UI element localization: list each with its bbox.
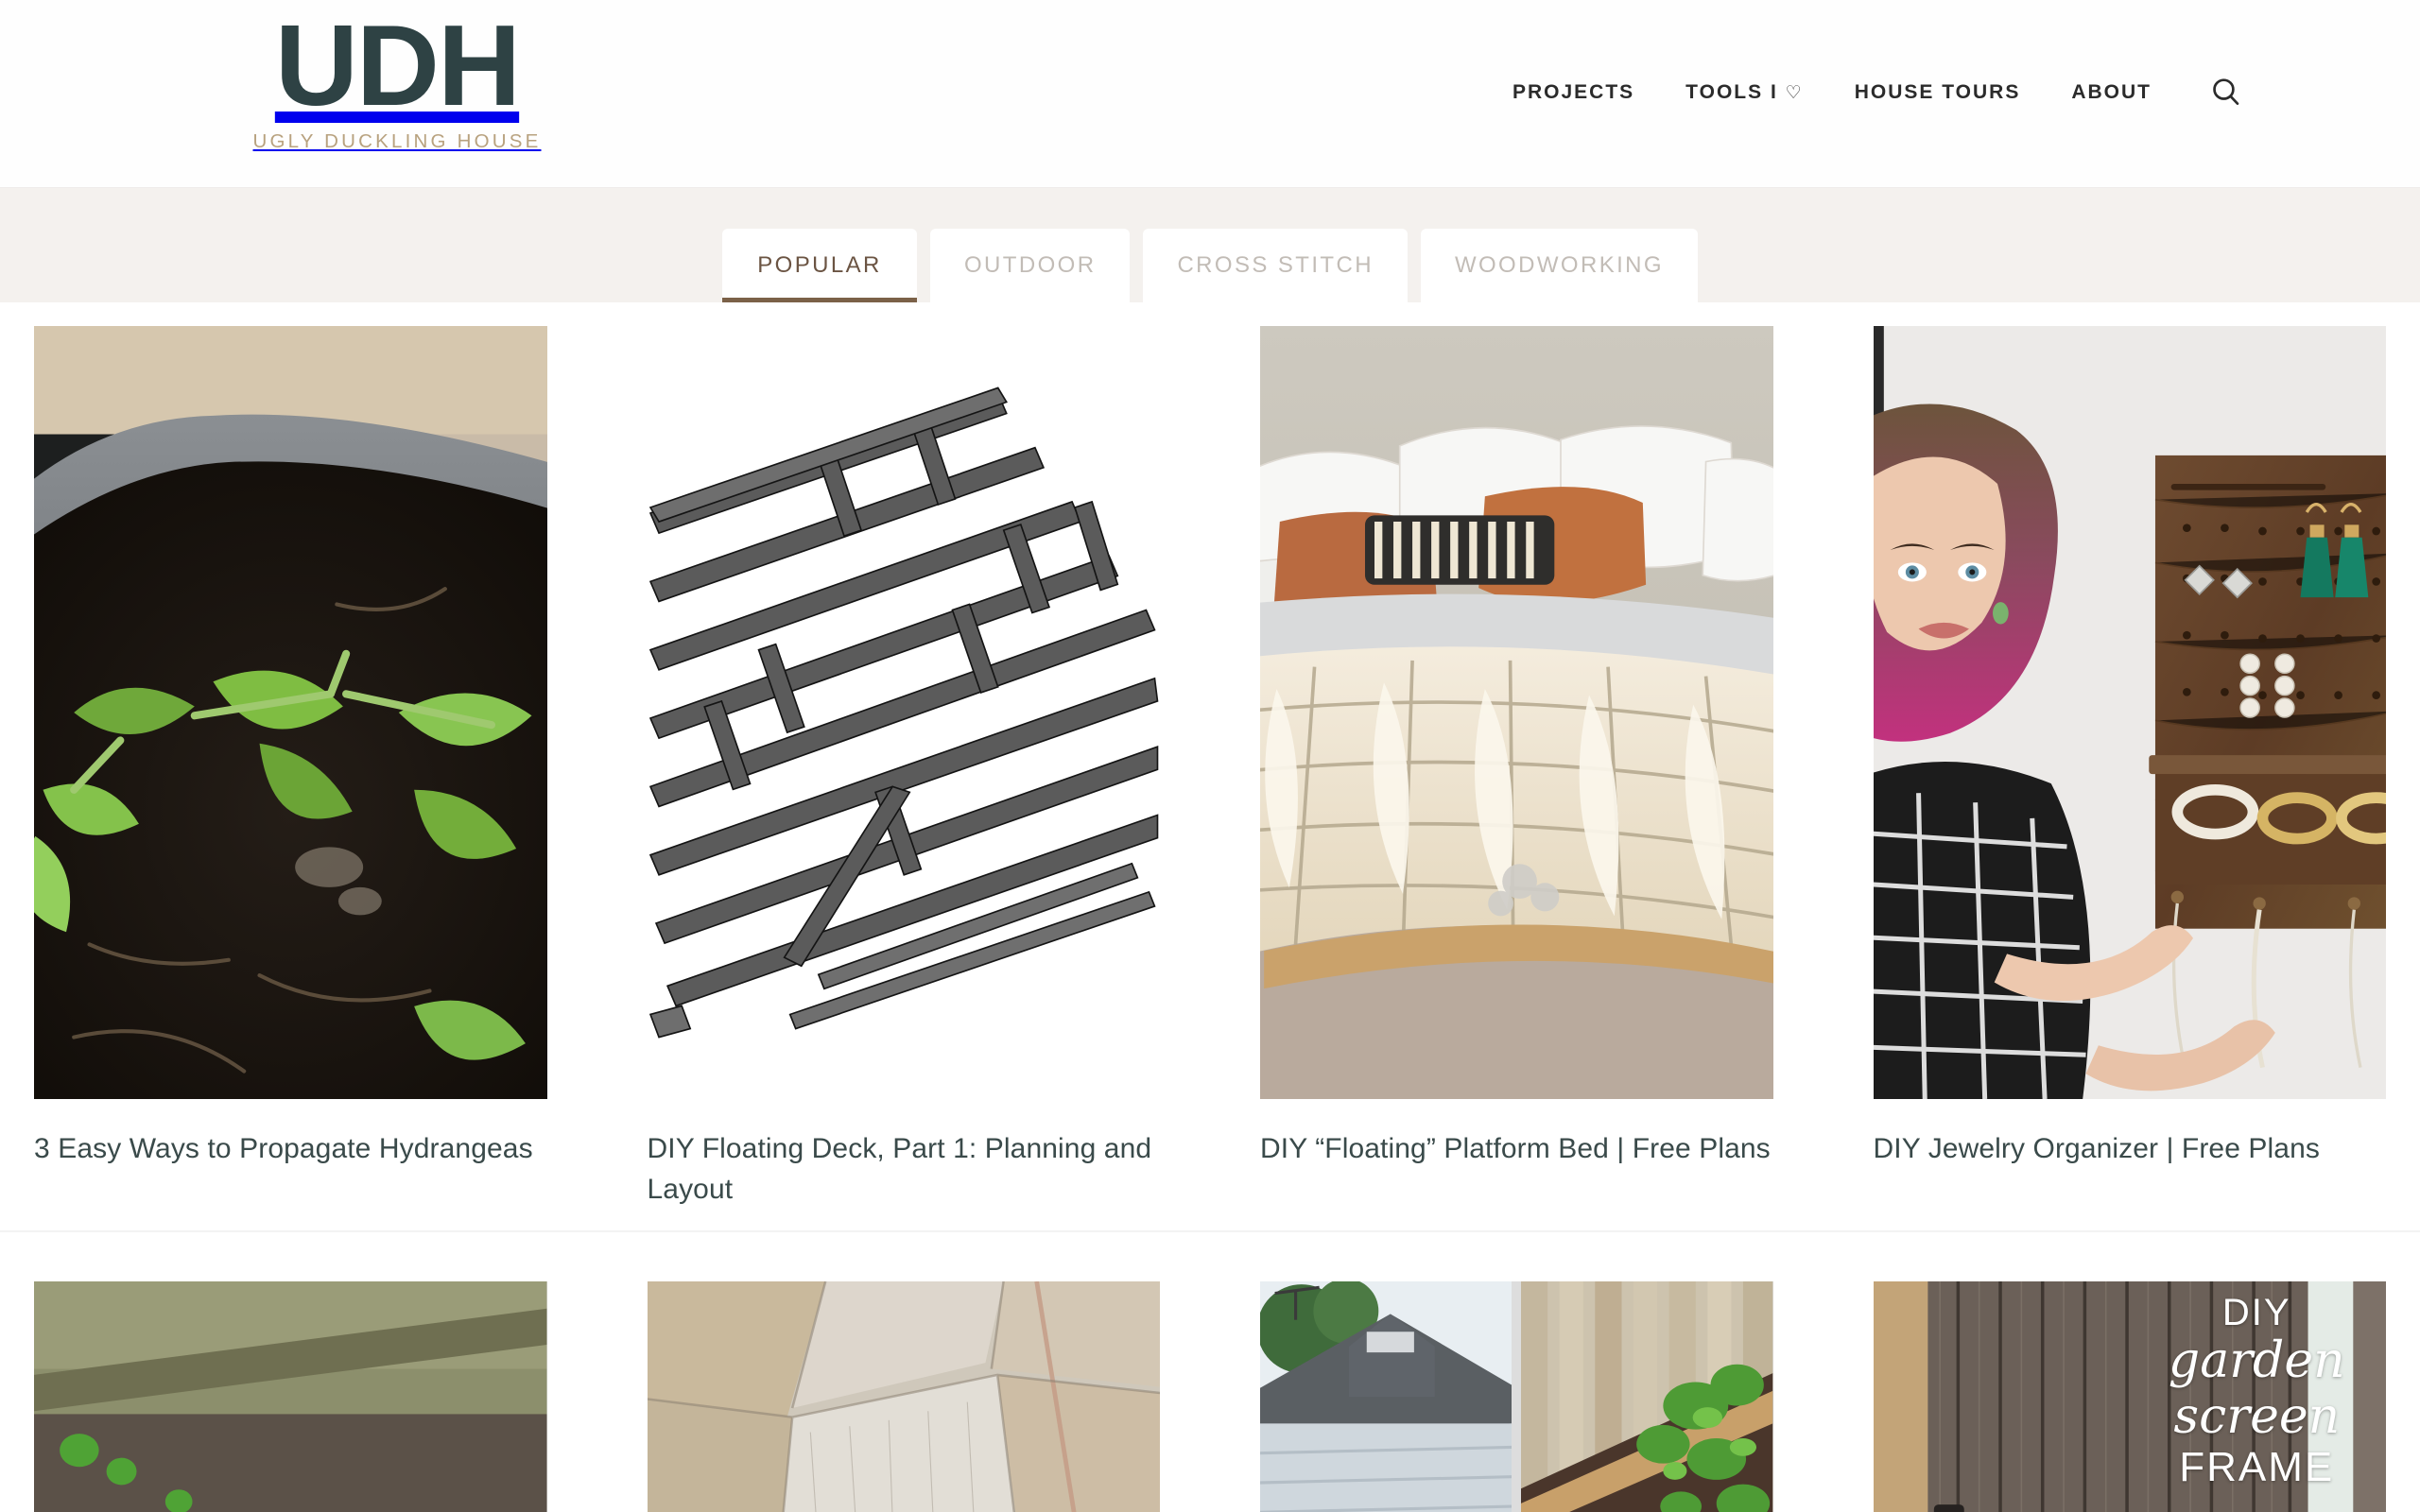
post-card[interactable]: DIY Floating Deck, Part 1: Planning and …: [647, 326, 1161, 1210]
tab-woodworking[interactable]: WOODWORKING: [1420, 229, 1698, 302]
post-title[interactable]: DIY Floating Deck, Part 1: Planning and …: [648, 1129, 1161, 1210]
post-thumbnail[interactable]: [647, 1281, 1160, 1512]
post-card[interactable]: DIY Jewelry Organizer | Free Plans: [1873, 326, 2387, 1210]
post-title[interactable]: DIY Jewelry Organizer | Free Plans: [1874, 1129, 2387, 1170]
post-card[interactable]: [647, 1281, 1160, 1512]
shed-image: [1260, 1281, 1512, 1512]
logo-tagline: UGLY DUCKLING HOUSE: [252, 130, 542, 152]
nav-item-projects[interactable]: PROJECTS: [1487, 81, 1660, 104]
garden-screen-frame-image: [1873, 1281, 2386, 1512]
search-button[interactable]: [2207, 74, 2245, 112]
post-thumbnail[interactable]: [1260, 326, 1773, 1099]
tab-popular[interactable]: POPULAR: [721, 229, 917, 302]
tab-outdoor[interactable]: OUTDOOR: [929, 229, 1131, 302]
hydrangea-blooms-image: [34, 1281, 547, 1512]
post-card[interactable]: DIY garden screen FRAME: [1873, 1281, 2386, 1512]
nav-item-about[interactable]: ABOUT: [2046, 81, 2177, 104]
garden-bed-image: [1521, 1281, 1773, 1512]
post-thumbnail[interactable]: [1873, 326, 2386, 1099]
post-grid-row-1: 3 Easy Ways to Propagate Hydrangeas DIY …: [0, 302, 2420, 1210]
post-thumbnail[interactable]: [34, 326, 547, 1099]
nav-item-house-tours[interactable]: HOUSE TOURS: [1829, 81, 2047, 104]
jewelry-organizer-image: [1873, 326, 2386, 1099]
post-card[interactable]: 3 Easy Ways to Propagate Hydrangeas: [34, 326, 547, 1210]
flagstone-texture-image: [647, 1281, 1160, 1512]
post-thumbnail[interactable]: [34, 1281, 547, 1512]
main-navigation: PROJECTS TOOLS I ♡ HOUSE TOURS ABOUT: [1487, 74, 2245, 112]
category-tab-band: POPULAR OUTDOOR CROSS STITCH WOODWORKING: [0, 187, 2420, 302]
hydrangea-cuttings-image: [34, 326, 547, 1099]
post-card[interactable]: [34, 1281, 547, 1512]
post-card[interactable]: [1260, 1281, 1773, 1512]
nav-item-tools-label: TOOLS I: [1685, 81, 1778, 103]
heart-icon: ♡: [1785, 83, 1804, 103]
split-thumbnail: [1260, 1281, 1773, 1512]
post-thumbnail[interactable]: DIY garden screen FRAME: [1873, 1281, 2386, 1512]
deck-framing-diagram-image: [647, 370, 1160, 1055]
nav-item-tools[interactable]: TOOLS I ♡: [1660, 81, 1829, 104]
site-header: UDH UGLY DUCKLING HOUSE PROJECTS TOOLS I…: [0, 0, 2420, 187]
search-icon: [2213, 78, 2239, 105]
logo-wordmark: UDH: [274, 1, 521, 129]
platform-bed-image: [1260, 326, 1773, 1099]
tab-cross-stitch[interactable]: CROSS STITCH: [1143, 229, 1408, 302]
post-grid: 3 Easy Ways to Propagate Hydrangeas DIY …: [0, 302, 2420, 1512]
post-grid-row-2: DIY garden screen FRAME: [0, 1230, 2420, 1512]
post-card[interactable]: DIY “Floating” Platform Bed | Free Plans: [1260, 326, 1773, 1210]
site-logo[interactable]: UDH UGLY DUCKLING HOUSE: [236, 8, 558, 153]
post-title[interactable]: 3 Easy Ways to Propagate Hydrangeas: [34, 1129, 547, 1170]
post-thumbnail[interactable]: [1260, 1281, 1773, 1512]
post-thumbnail[interactable]: [647, 326, 1160, 1099]
post-title[interactable]: DIY “Floating” Platform Bed | Free Plans: [1260, 1129, 1773, 1170]
category-tab-strip: POPULAR OUTDOOR CROSS STITCH WOODWORKING: [721, 229, 1698, 302]
